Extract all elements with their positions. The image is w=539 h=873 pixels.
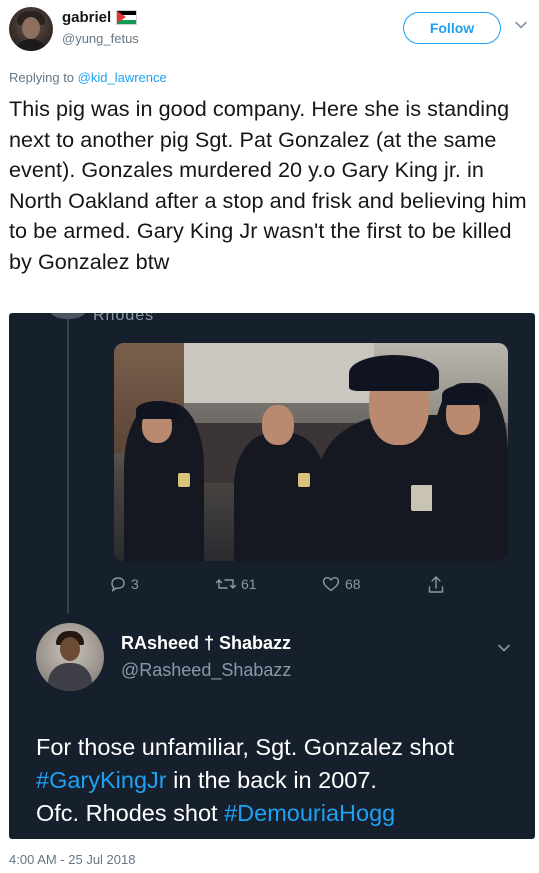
reply-mention-link[interactable]: @kid_lawrence xyxy=(78,70,167,85)
quoted-tweet-text: For those unfamiliar, Sgt. Gonzalez shot… xyxy=(36,731,526,830)
like-count: 68 xyxy=(345,576,361,592)
follow-button[interactable]: Follow xyxy=(403,12,501,44)
reply-action[interactable]: 3 xyxy=(109,575,139,593)
chevron-down-icon[interactable] xyxy=(497,641,511,655)
embedded-screenshot[interactable]: Rhodes 3 61 68 RAsheed † Shabazz @Rashee… xyxy=(9,313,535,839)
quoted-author-name[interactable]: RAsheed † Shabazz xyxy=(121,633,291,654)
quoted-author-avatar[interactable] xyxy=(36,623,104,691)
author-handle[interactable]: @yung_fetus xyxy=(62,31,139,46)
quoted-text-line1: For those unfamiliar, Sgt. Gonzalez shot xyxy=(36,734,454,760)
palestine-flag-icon xyxy=(116,10,138,25)
author-avatar[interactable] xyxy=(9,7,53,51)
quoted-actions-bar: 3 61 68 xyxy=(9,575,535,599)
author-name-row: gabriel xyxy=(62,9,138,26)
chevron-down-icon[interactable] xyxy=(514,18,528,32)
like-action[interactable]: 68 xyxy=(321,575,361,593)
tweet-header: gabriel @yung_fetus Follow xyxy=(0,0,539,60)
officers-photo xyxy=(114,343,508,561)
reply-icon xyxy=(111,577,125,593)
hashtag-link[interactable]: #DemouriaHogg xyxy=(224,800,395,826)
reply-count: 3 xyxy=(131,576,139,592)
cut-off-text: Rhodes xyxy=(93,313,155,324)
quoted-text-line3: Ofc. Rhodes shot xyxy=(36,800,225,826)
share-action[interactable] xyxy=(427,575,445,595)
thread-avatar-cut xyxy=(51,313,85,319)
heart-icon xyxy=(322,577,340,592)
retweet-action[interactable]: 61 xyxy=(215,575,257,593)
tweet-text: This pig was in good company. Here she i… xyxy=(9,96,527,274)
retweet-icon xyxy=(215,579,237,589)
quoted-text-line2: in the back in 2007. xyxy=(166,767,377,793)
tweet-timestamp[interactable]: 4:00 AM - 25 Jul 2018 xyxy=(9,852,135,867)
thread-line xyxy=(67,313,69,613)
hashtag-link[interactable]: #GaryKingJr xyxy=(36,767,167,793)
author-display-name[interactable]: gabriel xyxy=(62,9,111,26)
quoted-author-handle[interactable]: @Rasheed_Shabazz xyxy=(121,660,291,681)
share-icon xyxy=(428,576,444,593)
replying-to-label: Replying to xyxy=(9,70,75,85)
replying-to: Replying to @kid_lawrence xyxy=(9,70,167,85)
retweet-count: 61 xyxy=(241,576,257,592)
